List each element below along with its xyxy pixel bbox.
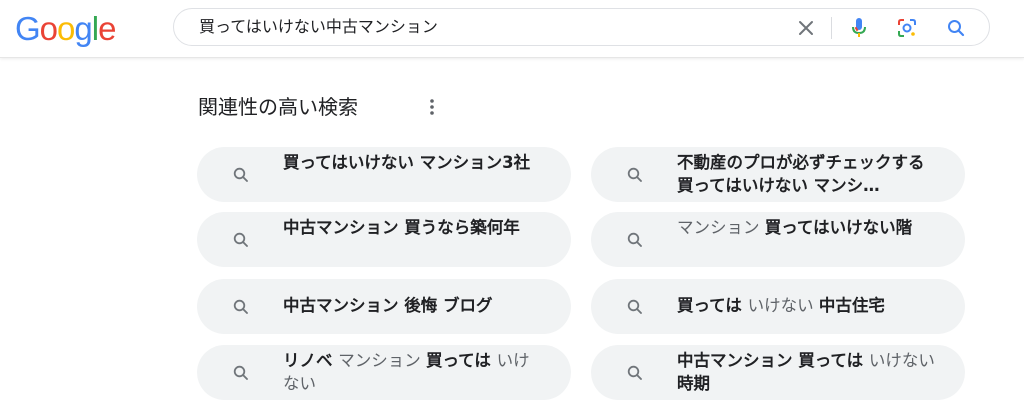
search-icon [231,297,251,317]
search-icon [625,297,645,317]
logo-letter: g [74,10,92,47]
header-bar: Google 買ってはいけない中古マンション [0,0,1024,58]
query-term: マンション [338,351,426,370]
search-icon [231,230,251,250]
related-search-chip[interactable]: リノベ マンション 買っては いけない [197,345,571,400]
lens-icon[interactable] [895,16,919,40]
related-search-chip[interactable]: マンション 買ってはいけない階 [591,212,965,267]
related-search-chip[interactable]: 買ってはいけない マンション3社 [197,147,571,202]
query-term-bold: 中古マンション 後悔 ブログ [283,296,493,315]
search-icon [231,363,251,383]
query-term-bold: 中古マンション 買うなら築何年 [283,218,520,237]
search-divider [831,17,832,39]
search-box[interactable]: 買ってはいけない中古マンション [173,8,990,46]
more-vert-icon[interactable] [424,96,440,118]
related-search-chip[interactable]: 中古マンション 買っては いけない 時期 [591,345,965,400]
google-logo[interactable]: Google [15,9,116,49]
query-term-bold: 買っては [677,296,748,315]
related-search-label: 中古マンション 買っては いけない 時期 [677,349,939,395]
related-search-label: 中古マンション 買うなら築何年 [283,216,545,239]
logo-letter: e [98,10,116,47]
logo-letter: G [15,10,41,47]
logo-letter: o [57,10,75,47]
related-search-chip[interactable]: 中古マンション 後悔 ブログ [197,279,571,334]
query-term-bold: 時期 [677,374,710,393]
search-icon [625,363,645,383]
query-term-bold: 買ってはいけない マンション3社 [283,153,531,172]
related-search-label: 不動産のプロが必ずチェックする買ってはいけない マンシ… [677,151,939,197]
related-search-label: マンション 買ってはいけない階 [677,216,939,239]
related-search-chip[interactable]: 中古マンション 買うなら築何年 [197,212,571,267]
microphone-icon[interactable] [847,16,871,40]
related-search-label: 買っては いけない 中古住宅 [677,294,939,317]
query-term-bold: 買っては [426,351,497,370]
query-term-bold: 買ってはいけない階 [764,218,913,237]
logo-letter: o [39,10,58,47]
query-term: いけない [747,296,819,315]
related-search-label: リノベ マンション 買っては いけない [283,349,545,395]
close-icon[interactable] [794,16,818,40]
related-search-chip[interactable]: 不動産のプロが必ずチェックする買ってはいけない マンシ… [591,147,965,202]
query-term-bold: 中古マンション 買っては [677,351,869,370]
related-search-label: 中古マンション 後悔 ブログ [283,294,545,317]
query-term-bold: 不動産のプロが必ずチェックする買ってはいけない マンシ… [677,153,925,195]
query-term: いけない [868,351,935,370]
query-term-bold: リノベ [283,351,339,370]
related-search-chip[interactable]: 買っては いけない 中古住宅 [591,279,965,334]
query-term-bold: 中古住宅 [818,296,885,315]
search-icon[interactable] [944,16,968,40]
query-term: マンション [677,218,765,237]
related-search-label: 買ってはいけない マンション3社 [283,151,545,174]
search-query-input[interactable]: 買ってはいけない中古マンション [199,9,438,45]
search-icon [625,165,645,185]
search-icon [625,230,645,250]
related-searches-title: 関連性の高い検索 [198,95,358,119]
search-icon [231,165,251,185]
